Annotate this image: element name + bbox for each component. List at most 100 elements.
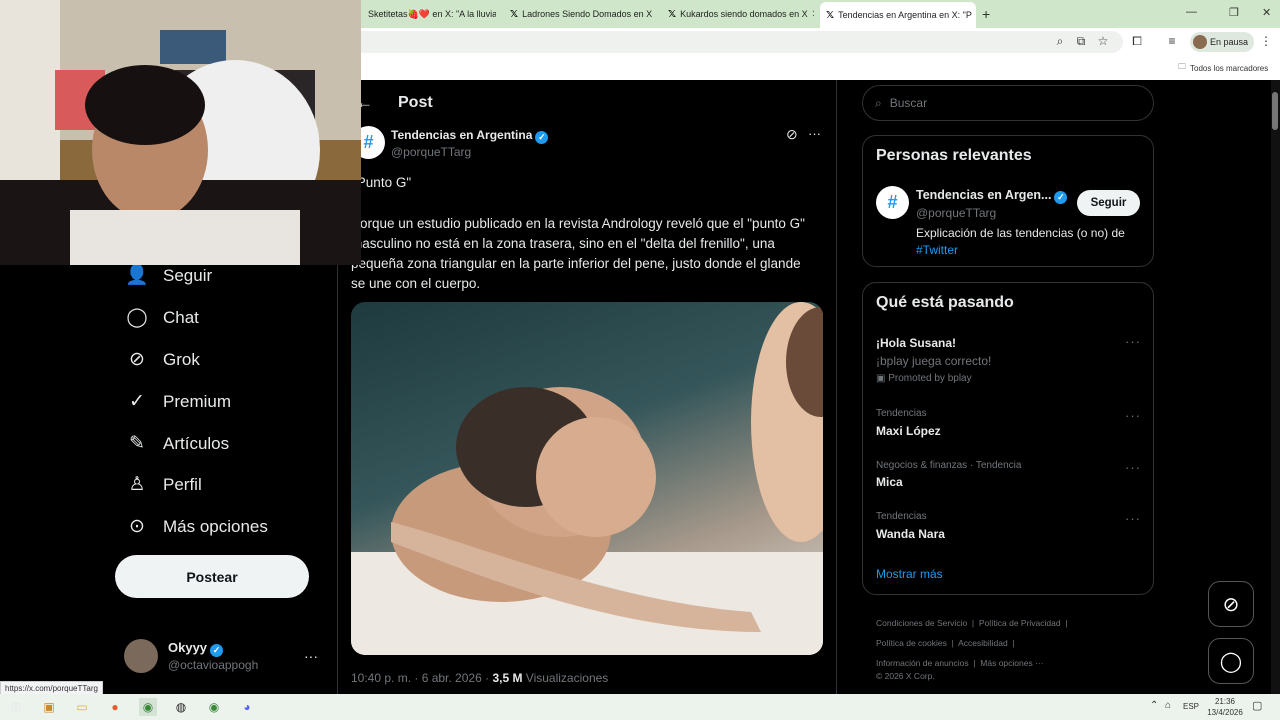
footer-link[interactable]: Más opciones ··· xyxy=(980,658,1043,668)
author-handle[interactable]: @porqueTTarg xyxy=(391,145,471,159)
relevant-name[interactable]: Tendencias en Argen... ✓ xyxy=(916,188,1068,204)
close-tab-icon[interactable]: ✕ xyxy=(812,9,814,20)
file-explorer-icon[interactable]: ▭ xyxy=(73,698,91,716)
firefox-icon[interactable]: ● xyxy=(106,698,124,716)
app-icon[interactable]: ▣ xyxy=(40,698,58,716)
footer-link[interactable]: Política de Privacidad xyxy=(979,618,1061,628)
nav-label: Artículos xyxy=(163,434,230,453)
trend-name[interactable]: Wanda Nara xyxy=(876,527,945,541)
trend-context: Tendencias xyxy=(876,408,927,419)
author-name-text: Tendencias en Argentina xyxy=(391,128,533,142)
notifications-icon[interactable]: ▢ xyxy=(1252,699,1262,712)
trend-more-icon[interactable]: ··· xyxy=(1125,511,1141,526)
post-meta: 10:40 p. m. · 6 abr. 2026 · 3,5 M Visual… xyxy=(351,671,608,685)
post-image[interactable] xyxy=(351,302,823,655)
trend-name[interactable]: Mica xyxy=(876,475,903,489)
author-name[interactable]: Tendencias en Argentina ✓ xyxy=(391,128,549,144)
trend-more-icon[interactable]: ··· xyxy=(1125,460,1141,475)
browser-tab-2[interactable]: 𝕏Ladrones Siendo Domados en X✕ xyxy=(504,4,654,24)
tray-chevron-icon[interactable]: ⌃ xyxy=(1150,700,1158,711)
nav-item-premium[interactable]: ✓ Premium xyxy=(125,390,231,414)
relevant-avatar[interactable]: # xyxy=(876,186,909,219)
grok-icon: ⊘ xyxy=(129,349,145,370)
browser-tab-3[interactable]: 𝕏Kukardos siendo domados en X ✕ xyxy=(662,4,814,24)
relevant-bio-hashtag[interactable]: #Twitter xyxy=(916,243,958,257)
nav-item-chat[interactable]: ◯ Chat xyxy=(125,306,199,330)
verified-badge-icon: ✓ xyxy=(1054,191,1068,204)
promo-more-icon[interactable]: ··· xyxy=(1125,334,1141,349)
nav-label: Seguir xyxy=(163,266,213,285)
trend-context: Tendencias xyxy=(876,511,927,522)
follow-button[interactable]: Seguir xyxy=(1077,190,1140,216)
address-bar[interactable] xyxy=(350,31,1123,53)
new-tab-button[interactable]: + xyxy=(982,6,990,22)
all-bookmarks-folder[interactable]: 🗀 Todos los marcadores xyxy=(1178,61,1268,75)
post-views-count: 3,5 M xyxy=(492,671,523,685)
clock-date: 13/4/2026 xyxy=(1207,708,1243,717)
footer-link[interactable]: Accesibilidad xyxy=(958,638,1008,648)
discord-icon[interactable]: ◕ xyxy=(238,698,256,716)
extensions-icon[interactable]: ⧠ xyxy=(1130,34,1144,49)
nav-label: Perfil xyxy=(163,475,202,494)
post-text-body: Porque un estudio publicado en la revist… xyxy=(351,216,805,291)
post-more-icon[interactable]: ··· xyxy=(808,126,821,141)
cast-icon[interactable]: ⧉ xyxy=(1074,34,1088,49)
chrome-icon[interactable]: ◉ xyxy=(205,698,223,716)
scrollbar-thumb[interactable] xyxy=(1272,92,1278,130)
nav-item-follow[interactable]: 👤 Seguir xyxy=(125,264,212,288)
footer-link[interactable]: Condiciones de Servicio xyxy=(876,618,967,628)
restore-button[interactable]: ❐ xyxy=(1229,6,1239,19)
tab-label: Sketitetas🍓❤️ en X: "A la lluvia xyxy=(368,8,496,19)
page-title: Post xyxy=(398,94,433,111)
network-icon[interactable]: ⌂ xyxy=(1165,700,1171,711)
post-timestamp: 10:40 p. m. · 6 abr. 2026 · xyxy=(351,671,490,685)
language-indicator[interactable]: ESP xyxy=(1183,702,1199,711)
grok-fab-icon[interactable]: ⊘ xyxy=(1208,581,1254,627)
scrollbar-track[interactable] xyxy=(1271,80,1280,694)
browser-tab-1[interactable]: Sketitetas🍓❤️ en X: "A la lluvia✕ xyxy=(362,4,496,24)
bookmark-star-icon[interactable]: ☆ xyxy=(1096,34,1110,48)
grok-explain-icon[interactable]: ⊘ xyxy=(786,126,798,143)
show-more-link[interactable]: Mostrar más xyxy=(876,567,943,581)
windows-start-icon[interactable]: ⊞ xyxy=(7,698,25,716)
chrome-icon[interactable]: ◉ xyxy=(139,698,157,716)
footer-link[interactable]: Política de cookies xyxy=(876,638,947,648)
media-icon[interactable]: ≡ xyxy=(1165,34,1179,48)
relevant-name-text: Tendencias en Argen... xyxy=(916,188,1052,202)
trend-name[interactable]: Maxi López xyxy=(876,424,941,438)
panel-title: Personas relevantes xyxy=(876,147,1032,164)
x-logo-icon: 𝕏 xyxy=(668,8,677,20)
clock[interactable]: 21:36 13/4/2026 xyxy=(1205,696,1245,718)
nav-label: Premium xyxy=(163,392,232,411)
profile-avatar xyxy=(1193,35,1207,49)
nav-item-profile[interactable]: ♙ Perfil xyxy=(125,473,202,497)
chat-icon: ◯ xyxy=(126,307,148,328)
promoted-label: Promoted by bplay xyxy=(888,373,972,384)
obs-icon[interactable]: ◍ xyxy=(172,698,190,716)
promo-title[interactable]: ¡Hola Susana! xyxy=(876,336,956,350)
nav-item-articles[interactable]: ✎ Artículos xyxy=(125,432,229,456)
nav-item-grok[interactable]: ⊘ Grok xyxy=(125,348,200,372)
footer-link[interactable]: Información de anuncios xyxy=(876,658,969,668)
minimize-button[interactable]: — xyxy=(1186,6,1197,18)
tab-label: Kukardos siendo domados en X xyxy=(680,9,808,19)
post-button[interactable]: Postear xyxy=(115,555,309,598)
copyright: © 2026 X Corp. xyxy=(876,671,935,681)
chat-fab-icon[interactable]: ◯ xyxy=(1208,638,1254,684)
trend-more-icon[interactable]: ··· xyxy=(1125,408,1141,423)
whats-happening-panel xyxy=(862,282,1154,595)
premium-icon: ✓ xyxy=(129,391,145,412)
profile-button[interactable]: En pausa xyxy=(1190,32,1255,52)
nav-item-more[interactable]: ⊙ Más opciones xyxy=(125,515,268,539)
close-window-button[interactable]: ✕ xyxy=(1262,6,1271,19)
zoom-icon[interactable]: ⌕ xyxy=(1053,34,1067,49)
browser-menu-icon[interactable]: ⋮ xyxy=(1259,34,1273,48)
account-avatar[interactable] xyxy=(124,639,158,673)
account-more-icon[interactable]: ··· xyxy=(304,648,318,664)
folder-icon: 🗀 xyxy=(1178,62,1186,71)
account-name[interactable]: Okyyy ✓ xyxy=(168,640,224,657)
trend-context: Negocios & finanzas · Tendencia xyxy=(876,460,1022,471)
search-input[interactable]: ⌕ Buscar xyxy=(862,85,1154,121)
browser-tab-active[interactable]: 𝕏Tendencias en Argentina en X: "P✕ xyxy=(820,2,976,28)
search-placeholder: Buscar xyxy=(889,96,928,110)
